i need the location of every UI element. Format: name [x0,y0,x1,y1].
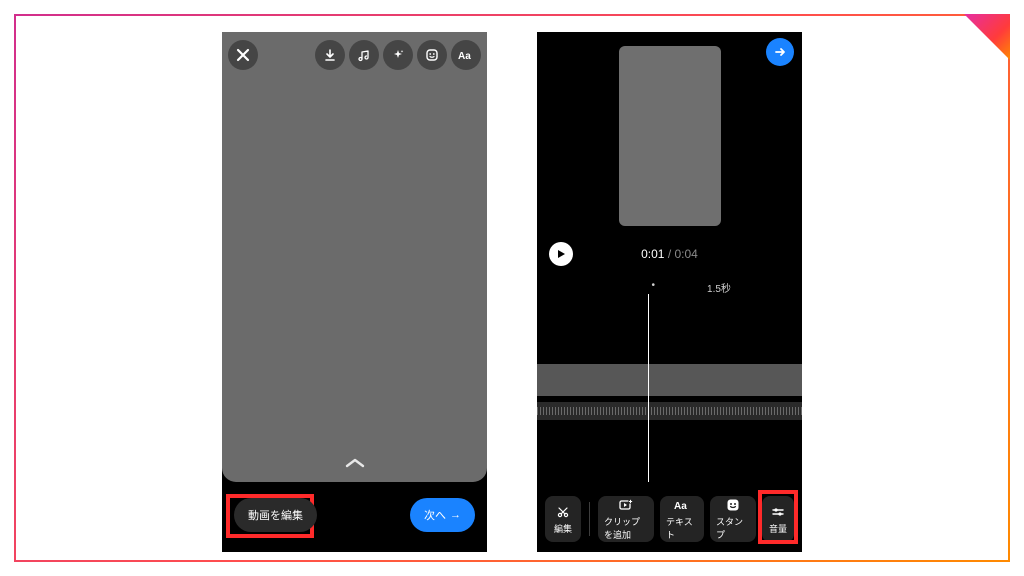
tool-stamp-label: スタンプ [716,515,750,541]
download-button[interactable] [315,40,345,70]
editor-header [766,38,794,66]
music-button[interactable] [349,40,379,70]
stamp-icon [726,497,740,513]
arrow-right-icon: → [450,509,461,521]
timeline[interactable] [537,294,802,482]
time-indicator: 0:01 / 0:04 [583,247,756,261]
tool-add-clip[interactable]: クリップを追加 [598,496,654,542]
phone-video-editor: 0:01 / 0:04 • 1.5秒 編 [537,32,802,552]
chevron-up-icon [344,456,366,470]
sparkle-icon [391,48,405,62]
continue-button[interactable] [766,38,794,66]
tutorial-slide: Aa 動画を編集 次へ → [0,0,1024,576]
highlight-volume [758,490,798,544]
tool-addclip-label: クリップを追加 [604,515,648,541]
svg-text:Aa: Aa [458,51,471,62]
playback-row: 0:01 / 0:04 [537,242,802,266]
close-button[interactable] [228,40,258,70]
story-preview-area[interactable]: Aa [222,32,487,482]
scale-value: 1.5秒 [707,280,731,295]
story-tools-row: Aa [315,40,481,70]
next-label: 次へ [424,507,446,523]
phone-pair: Aa 動画を編集 次へ → [14,14,1010,562]
waveform [537,407,802,415]
play-button[interactable] [549,242,573,266]
tool-text-label: テキスト [666,515,698,541]
arrow-right-icon [773,45,787,59]
time-sep: / [664,247,674,261]
text-icon: Aa [458,48,474,62]
tool-stamp[interactable]: スタンプ [710,496,756,542]
playhead[interactable] [648,294,649,482]
scale-dot: • [652,280,656,295]
scissors-icon [556,504,570,520]
timeline-scale: • 1.5秒 [652,280,731,295]
tool-edit-label: 編集 [554,522,572,535]
play-icon [556,249,566,259]
tool-edit[interactable]: 編集 [545,496,581,542]
download-icon [323,48,337,62]
time-total: 0:04 [675,247,698,261]
sticker-button[interactable] [417,40,447,70]
close-icon [236,48,250,62]
video-track[interactable] [537,364,802,396]
video-thumbnail[interactable] [619,46,721,226]
add-clip-icon [618,497,634,513]
toolbar-divider [589,502,590,536]
next-button[interactable]: 次へ → [410,498,475,532]
text-button[interactable]: Aa [451,40,481,70]
phone-story-preview: Aa 動画を編集 次へ → [222,32,487,552]
svg-text:Aa: Aa [674,501,687,512]
sticker-icon [425,48,439,62]
expand-chevron[interactable] [344,456,366,470]
edit-video-button[interactable]: 動画を編集 [234,498,317,532]
story-topbar: Aa [228,40,481,70]
time-current: 0:01 [641,247,664,261]
audio-track[interactable] [537,402,802,420]
story-bottom-bar: 動画を編集 次へ → [222,482,487,552]
tool-text[interactable]: Aa テキスト [660,496,704,542]
music-icon [357,48,371,62]
edit-video-label: 動画を編集 [248,507,303,523]
text-aa-icon: Aa [673,497,691,513]
effects-button[interactable] [383,40,413,70]
